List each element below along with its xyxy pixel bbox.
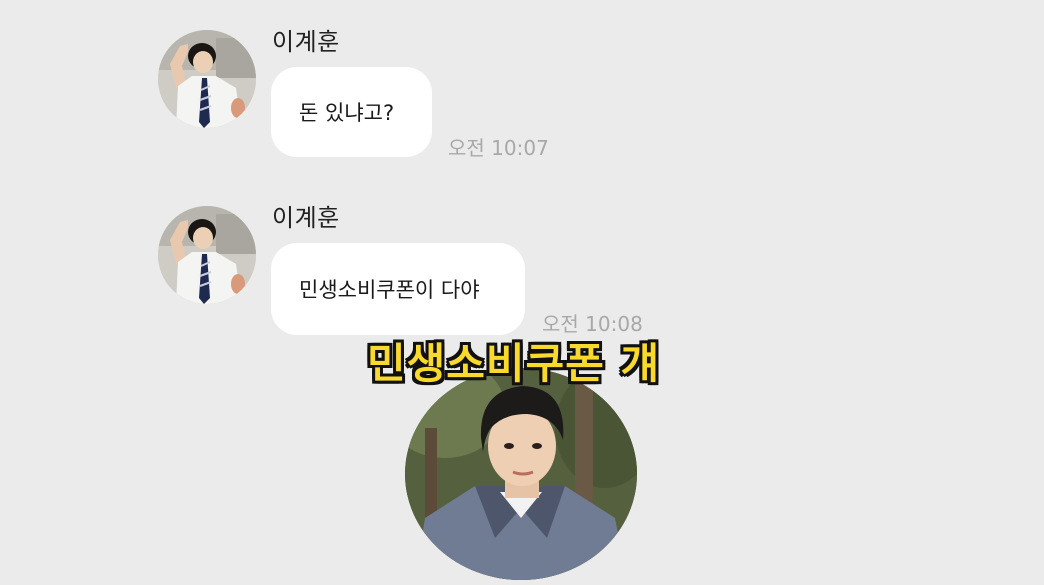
profile-photo-icon	[158, 30, 256, 128]
message-bubble[interactable]: 돈 있냐고?	[271, 67, 432, 157]
message-bubble[interactable]: 민생소비쿠폰이 다야	[271, 243, 525, 335]
message-timestamp: 오전 10:07	[448, 136, 549, 160]
sender-name: 이계훈	[272, 28, 340, 56]
message-text: 돈 있냐고?	[299, 101, 395, 125]
reaction-face-photo-icon	[405, 368, 637, 580]
chat-message: 이계훈 돈 있냐고? 오전 10:07	[158, 20, 758, 180]
message-text: 민생소비쿠폰이 다야	[299, 278, 480, 302]
avatar[interactable]	[158, 206, 256, 304]
profile-photo-icon	[158, 206, 256, 304]
subtitle-caption: 민생소비쿠폰 걔	[367, 339, 661, 388]
sender-name: 이계훈	[272, 204, 340, 232]
avatar[interactable]	[158, 30, 256, 128]
reaction-photo	[405, 368, 637, 580]
